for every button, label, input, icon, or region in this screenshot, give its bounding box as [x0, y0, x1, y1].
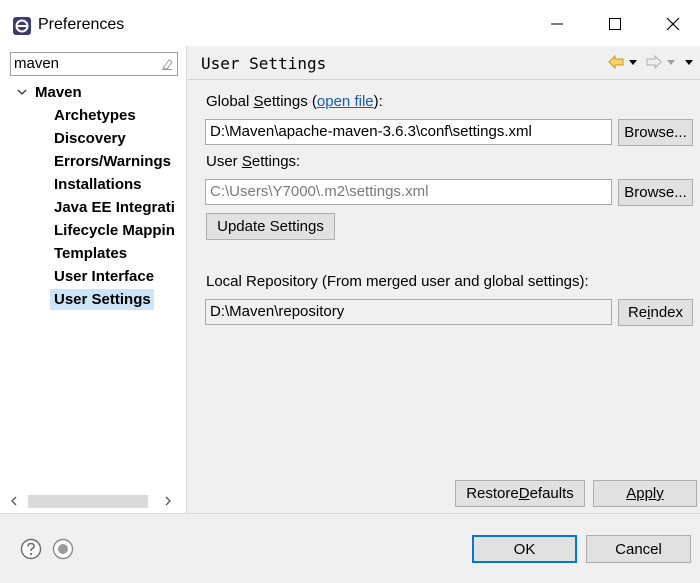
maximize-button[interactable] — [592, 8, 638, 40]
user-settings-page: User Settings Global Settings (open file… — [188, 46, 700, 513]
caret-down-icon — [629, 60, 637, 65]
open-file-link[interactable]: open file — [317, 93, 374, 110]
caret-down-icon — [667, 60, 675, 65]
view-menu-button[interactable] — [684, 57, 694, 67]
close-button[interactable] — [650, 8, 696, 40]
tree-root-label: Maven — [35, 83, 82, 101]
window-title: Preferences — [38, 16, 125, 33]
eraser-icon[interactable] — [160, 57, 174, 71]
global-settings-suffix: ): — [373, 93, 383, 110]
scrollbar-thumb[interactable] — [28, 495, 148, 508]
global-settings-prefix: Global — [206, 93, 254, 110]
back-arrow-icon — [608, 55, 624, 69]
global-settings-rest: ettings ( — [263, 93, 317, 110]
global-settings-label: Global Settings (open file): — [206, 93, 383, 110]
cancel-button[interactable]: Cancel — [586, 535, 691, 563]
page-title: User Settings — [201, 54, 327, 73]
back-dropdown[interactable] — [628, 57, 638, 67]
scroll-left-icon[interactable] — [8, 495, 20, 507]
chevron-down-icon[interactable] — [16, 86, 28, 98]
update-settings-button[interactable]: Update Settings — [206, 213, 335, 240]
dialog-footer: OK Cancel — [0, 513, 700, 583]
global-settings-field[interactable]: D:\Maven\apache-maven-3.6.3\conf\setting… — [205, 119, 612, 145]
help-icon[interactable] — [20, 538, 42, 560]
forward-dropdown[interactable] — [666, 57, 676, 67]
filter-text[interactable]: maven — [14, 55, 59, 72]
preferences-tree-panel: maven Maven Archetypes Discovery Errors/… — [0, 46, 187, 513]
maximize-icon — [609, 18, 621, 30]
history-nav — [604, 55, 694, 69]
forward-button[interactable] — [646, 55, 662, 69]
tree-item-discovery[interactable]: Discovery — [50, 128, 185, 149]
eclipse-app-icon — [13, 17, 31, 35]
tree-item-user-interface[interactable]: User Interface — [50, 266, 185, 287]
restore-mnemonic: D — [518, 485, 530, 502]
preferences-window: Preferences maven Maven Archetypes Disco… — [0, 0, 700, 583]
title-bar: Preferences — [0, 0, 700, 46]
apply-button[interactable]: Apply — [593, 480, 697, 507]
minimize-icon — [551, 23, 563, 25]
tree-node-maven[interactable]: Maven — [16, 82, 82, 102]
user-settings-prefix: User — [206, 153, 242, 170]
tree-item-lifecycle-mappings[interactable]: Lifecycle Mappin — [50, 220, 185, 241]
forward-arrow-icon — [646, 55, 662, 69]
reindex-label-start: Re — [627, 304, 648, 321]
user-settings-field[interactable]: C:\Users\Y7000\.m2\settings.xml — [205, 179, 612, 205]
tree-item-archetypes[interactable]: Archetypes — [50, 105, 185, 126]
user-settings-rest: ettings: — [251, 153, 301, 170]
global-settings-mnemonic: S — [253, 93, 264, 110]
close-icon — [666, 17, 680, 31]
filter-input[interactable]: maven — [10, 52, 178, 76]
user-browse-button[interactable]: Browse... — [618, 179, 693, 206]
user-settings-label: User Settings: — [206, 153, 300, 170]
apply-label: Apply — [626, 485, 664, 502]
user-settings-mnemonic: S — [241, 153, 252, 170]
minimize-button[interactable] — [534, 8, 580, 40]
tree-item-user-settings[interactable]: User Settings — [50, 289, 154, 310]
tree-item-errors-warnings[interactable]: Errors/Warnings — [50, 151, 185, 172]
back-button[interactable] — [608, 55, 624, 69]
tree-item-installations[interactable]: Installations — [50, 174, 185, 195]
local-repository-field: D:\Maven\repository — [205, 299, 612, 325]
tree-horizontal-scrollbar[interactable] — [8, 492, 178, 510]
local-repository-label: Local Repository (From merged user and g… — [206, 273, 589, 290]
reindex-label-end: ndex — [650, 304, 684, 321]
tree-item-java-ee-integration[interactable]: Java EE Integrati — [50, 197, 185, 218]
global-browse-button[interactable]: Browse... — [618, 119, 693, 146]
page-header: User Settings — [188, 46, 700, 80]
reindex-button[interactable]: Re i ndex — [618, 299, 693, 326]
scroll-right-icon[interactable] — [162, 495, 174, 507]
restore-label-start: Restore — [466, 485, 519, 502]
restore-defaults-button[interactable]: Restore Defaults — [455, 480, 585, 507]
tree-item-templates[interactable]: Templates — [50, 243, 185, 264]
restore-label-end: efaults — [529, 485, 574, 502]
view-menu-icon — [685, 60, 693, 65]
ok-button[interactable]: OK — [472, 535, 577, 563]
record-macro-icon[interactable] — [52, 538, 74, 560]
